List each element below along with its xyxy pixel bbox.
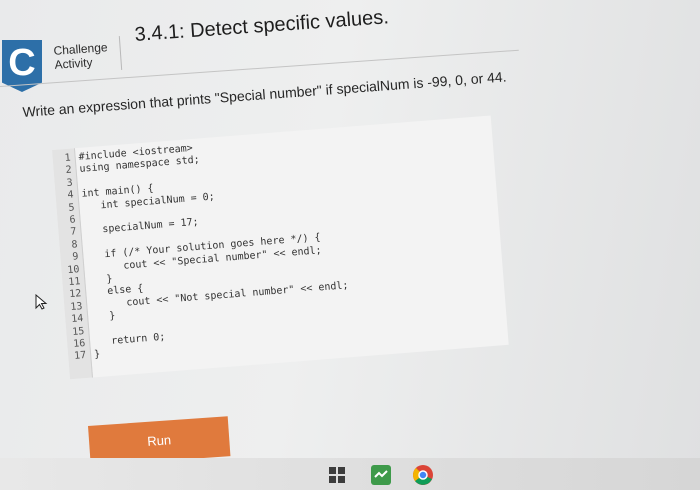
code-line[interactable]: }: [91, 311, 116, 325]
badge-label-line2: Activity: [54, 55, 93, 72]
line-number: 3: [66, 177, 74, 189]
chrome-icon[interactable]: [412, 464, 434, 486]
badge-letter: C: [8, 42, 36, 84]
page: C Challenge Activity 3.4.1: Detect speci…: [0, 0, 700, 490]
code-area[interactable]: #include <iostream> using namespace std; i…: [52, 115, 491, 361]
header-divider: [118, 36, 123, 70]
challenge-prompt: Write an expression that prints "Special…: [22, 68, 507, 120]
code-line[interactable]: return 0;: [93, 332, 166, 350]
line-number: 17: [73, 350, 87, 363]
line-number: 9: [72, 251, 79, 263]
app-icon[interactable]: [370, 464, 392, 486]
line-number: 15: [71, 325, 85, 338]
line-number: 6: [69, 214, 76, 226]
line-number: 2: [65, 164, 73, 177]
line-number: 11: [67, 276, 81, 289]
line-number: 10: [67, 263, 80, 276]
line-number: 7: [70, 226, 77, 239]
line-number: 8: [71, 239, 78, 251]
badge-label: Challenge Activity: [53, 40, 109, 72]
page-title: 3.4.1: Detect specific values.: [134, 6, 390, 46]
line-number: 12: [68, 288, 82, 301]
taskbar: [0, 458, 700, 490]
line-number: 13: [69, 300, 83, 313]
cursor-icon: [35, 294, 48, 310]
line-number: 5: [68, 202, 76, 214]
code-editor[interactable]: 1 2 3 4 5 6 7 8 9 10 11 12 13 14 15 16 17 #include <iost…: [52, 115, 509, 380]
code-line[interactable]: specialNum = 17;: [84, 217, 199, 238]
start-icon[interactable]: [326, 464, 348, 486]
code-line[interactable]: }: [94, 349, 101, 361]
line-number: 14: [70, 313, 84, 326]
line-number: 16: [72, 338, 86, 350]
line-number: 4: [67, 189, 75, 202]
line-number: 1: [64, 152, 72, 165]
